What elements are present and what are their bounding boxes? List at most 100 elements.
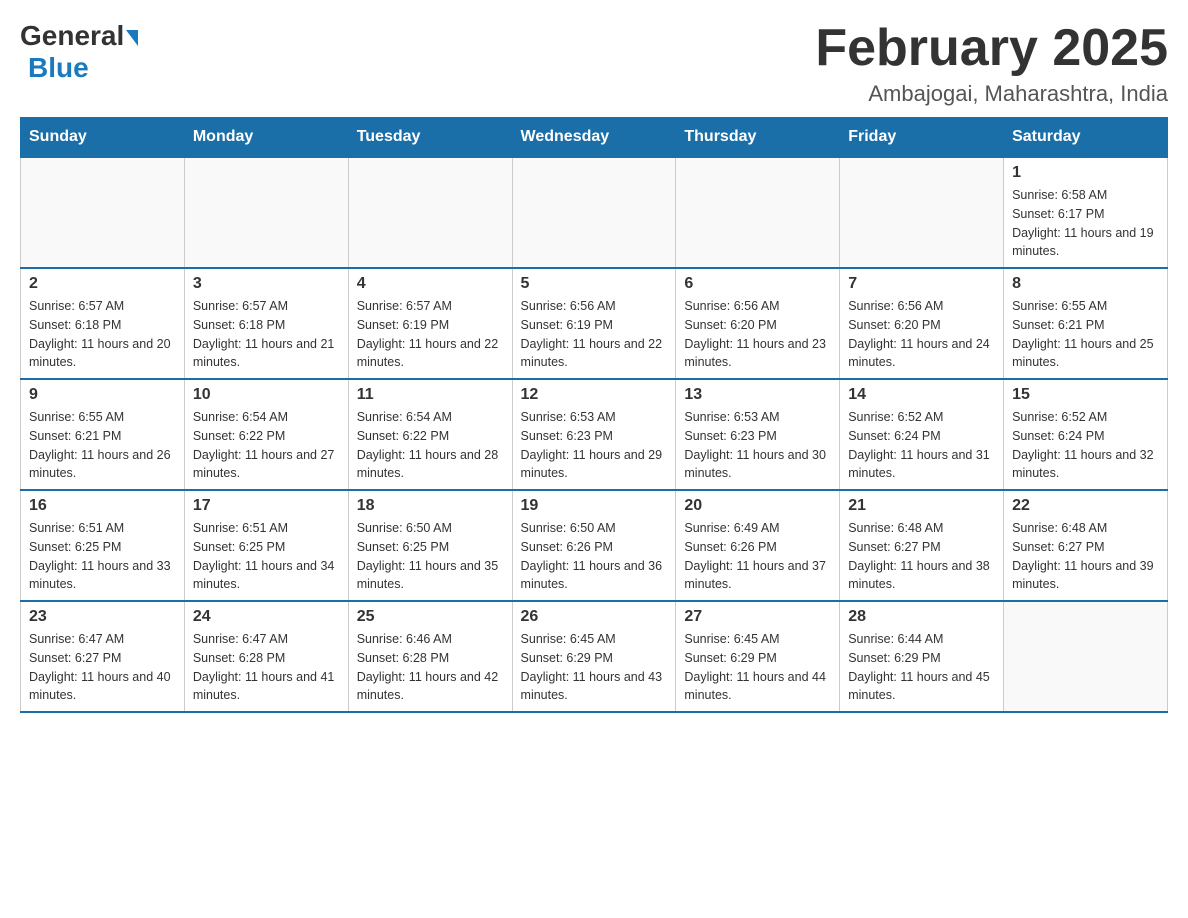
day-number: 20	[684, 497, 831, 515]
day-number: 27	[684, 608, 831, 626]
calendar-cell: 5 Sunrise: 6:56 AM Sunset: 6:19 PM Daylig…	[512, 268, 676, 379]
day-number: 6	[684, 275, 831, 293]
calendar-cell: 11 Sunrise: 6:54 AM Sunset: 6:22 PM Dayli…	[348, 379, 512, 490]
day-number: 10	[193, 386, 340, 404]
day-info: Sunrise: 6:48 AM Sunset: 6:27 PM Dayligh…	[1012, 519, 1159, 594]
day-number: 13	[684, 386, 831, 404]
day-info: Sunrise: 6:57 AM Sunset: 6:18 PM Dayligh…	[29, 297, 176, 372]
calendar-cell: 4 Sunrise: 6:57 AM Sunset: 6:19 PM Daylig…	[348, 268, 512, 379]
calendar-cell: 22Sunrise: 6:48 AM Sunset: 6:27 PM Dayli…	[1004, 490, 1168, 601]
day-number: 23	[29, 608, 176, 626]
calendar-cell: 3 Sunrise: 6:57 AM Sunset: 6:18 PM Daylig…	[184, 268, 348, 379]
weekday-header-thursday: Thursday	[676, 118, 840, 158]
day-info: Sunrise: 6:56 AM Sunset: 6:20 PM Dayligh…	[684, 297, 831, 372]
calendar-cell	[1004, 601, 1168, 712]
day-info: Sunrise: 6:56 AM Sunset: 6:20 PM Dayligh…	[848, 297, 995, 372]
day-info: Sunrise: 6:58 AM Sunset: 6:17 PM Dayligh…	[1012, 186, 1159, 261]
day-number: 19	[521, 497, 668, 515]
weekday-header-wednesday: Wednesday	[512, 118, 676, 158]
day-number: 5	[521, 275, 668, 293]
calendar-cell: 8 Sunrise: 6:55 AM Sunset: 6:21 PM Daylig…	[1004, 268, 1168, 379]
calendar-cell	[184, 157, 348, 268]
calendar-cell: 7 Sunrise: 6:56 AM Sunset: 6:20 PM Daylig…	[840, 268, 1004, 379]
day-info: Sunrise: 6:54 AM Sunset: 6:22 PM Dayligh…	[357, 408, 504, 483]
day-info: Sunrise: 6:52 AM Sunset: 6:24 PM Dayligh…	[848, 408, 995, 483]
day-info: Sunrise: 6:50 AM Sunset: 6:25 PM Dayligh…	[357, 519, 504, 594]
day-number: 17	[193, 497, 340, 515]
day-number: 25	[357, 608, 504, 626]
calendar-cell: 13 Sunrise: 6:53 AM Sunset: 6:23 PM Dayli…	[676, 379, 840, 490]
day-number: 24	[193, 608, 340, 626]
weekday-header-friday: Friday	[840, 118, 1004, 158]
calendar-cell	[348, 157, 512, 268]
day-info: Sunrise: 6:52 AM Sunset: 6:24 PM Dayligh…	[1012, 408, 1159, 483]
location-title: Ambajogai, Maharashtra, India	[815, 81, 1168, 107]
calendar-cell: 9 Sunrise: 6:55 AM Sunset: 6:21 PM Daylig…	[21, 379, 185, 490]
calendar-cell: 6 Sunrise: 6:56 AM Sunset: 6:20 PM Daylig…	[676, 268, 840, 379]
day-number: 4	[357, 275, 504, 293]
weekday-header-saturday: Saturday	[1004, 118, 1168, 158]
day-number: 11	[357, 386, 504, 404]
calendar-week-row: 9 Sunrise: 6:55 AM Sunset: 6:21 PM Daylig…	[21, 379, 1168, 490]
day-number: 16	[29, 497, 176, 515]
day-info: Sunrise: 6:45 AM Sunset: 6:29 PM Dayligh…	[521, 630, 668, 705]
day-number: 2	[29, 275, 176, 293]
day-number: 7	[848, 275, 995, 293]
calendar-cell	[676, 157, 840, 268]
calendar-cell: 21 Sunrise: 6:48 AM Sunset: 6:27 PM Dayli…	[840, 490, 1004, 601]
weekday-header-tuesday: Tuesday	[348, 118, 512, 158]
calendar-table: SundayMondayTuesdayWednesdayThursdayFrid…	[20, 117, 1168, 713]
day-info: Sunrise: 6:44 AM Sunset: 6:29 PM Dayligh…	[848, 630, 995, 705]
calendar-header-row: SundayMondayTuesdayWednesdayThursdayFrid…	[21, 118, 1168, 158]
calendar-cell: 23Sunrise: 6:47 AM Sunset: 6:27 PM Dayli…	[21, 601, 185, 712]
calendar-week-row: 23Sunrise: 6:47 AM Sunset: 6:27 PM Dayli…	[21, 601, 1168, 712]
calendar-cell: 2 Sunrise: 6:57 AM Sunset: 6:18 PM Daylig…	[21, 268, 185, 379]
day-info: Sunrise: 6:50 AM Sunset: 6:26 PM Dayligh…	[521, 519, 668, 594]
day-number: 21	[848, 497, 995, 515]
calendar-cell: 17 Sunrise: 6:51 AM Sunset: 6:25 PM Dayli…	[184, 490, 348, 601]
calendar-cell: 20 Sunrise: 6:49 AM Sunset: 6:26 PM Dayli…	[676, 490, 840, 601]
day-number: 8	[1012, 275, 1159, 293]
calendar-cell: 14 Sunrise: 6:52 AM Sunset: 6:24 PM Dayli…	[840, 379, 1004, 490]
day-info: Sunrise: 6:47 AM Sunset: 6:28 PM Dayligh…	[193, 630, 340, 705]
day-number: 9	[29, 386, 176, 404]
calendar-cell: 18 Sunrise: 6:50 AM Sunset: 6:25 PM Dayli…	[348, 490, 512, 601]
calendar-cell: 27Sunrise: 6:45 AM Sunset: 6:29 PM Dayli…	[676, 601, 840, 712]
day-number: 18	[357, 497, 504, 515]
day-number: 15	[1012, 386, 1159, 404]
day-info: Sunrise: 6:51 AM Sunset: 6:25 PM Dayligh…	[193, 519, 340, 594]
calendar-week-row: 1 Sunrise: 6:58 AM Sunset: 6:17 PM Daylig…	[21, 157, 1168, 268]
day-info: Sunrise: 6:53 AM Sunset: 6:23 PM Dayligh…	[684, 408, 831, 483]
page-header: General Blue February 2025 Ambajogai, Ma…	[20, 20, 1168, 107]
weekday-header-monday: Monday	[184, 118, 348, 158]
day-info: Sunrise: 6:55 AM Sunset: 6:21 PM Dayligh…	[29, 408, 176, 483]
calendar-cell: 1 Sunrise: 6:58 AM Sunset: 6:17 PM Daylig…	[1004, 157, 1168, 268]
calendar-cell: 19 Sunrise: 6:50 AM Sunset: 6:26 PM Dayli…	[512, 490, 676, 601]
logo: General Blue	[20, 20, 140, 84]
day-number: 14	[848, 386, 995, 404]
calendar-week-row: 2 Sunrise: 6:57 AM Sunset: 6:18 PM Daylig…	[21, 268, 1168, 379]
day-info: Sunrise: 6:56 AM Sunset: 6:19 PM Dayligh…	[521, 297, 668, 372]
logo-general-text: General	[20, 20, 124, 52]
day-info: Sunrise: 6:49 AM Sunset: 6:26 PM Dayligh…	[684, 519, 831, 594]
day-number: 1	[1012, 164, 1159, 182]
calendar-cell: 12 Sunrise: 6:53 AM Sunset: 6:23 PM Dayli…	[512, 379, 676, 490]
calendar-cell	[21, 157, 185, 268]
day-info: Sunrise: 6:55 AM Sunset: 6:21 PM Dayligh…	[1012, 297, 1159, 372]
calendar-cell: 25 Sunrise: 6:46 AM Sunset: 6:28 PM Dayli…	[348, 601, 512, 712]
calendar-cell: 16 Sunrise: 6:51 AM Sunset: 6:25 PM Dayli…	[21, 490, 185, 601]
day-info: Sunrise: 6:57 AM Sunset: 6:19 PM Dayligh…	[357, 297, 504, 372]
day-number: 3	[193, 275, 340, 293]
calendar-cell: 28 Sunrise: 6:44 AM Sunset: 6:29 PM Dayli…	[840, 601, 1004, 712]
day-number: 12	[521, 386, 668, 404]
day-info: Sunrise: 6:48 AM Sunset: 6:27 PM Dayligh…	[848, 519, 995, 594]
day-info: Sunrise: 6:54 AM Sunset: 6:22 PM Dayligh…	[193, 408, 340, 483]
logo-arrow-icon	[126, 30, 138, 46]
day-info: Sunrise: 6:51 AM Sunset: 6:25 PM Dayligh…	[29, 519, 176, 594]
calendar-cell	[840, 157, 1004, 268]
calendar-cell: 10 Sunrise: 6:54 AM Sunset: 6:22 PM Dayli…	[184, 379, 348, 490]
day-info: Sunrise: 6:57 AM Sunset: 6:18 PM Dayligh…	[193, 297, 340, 372]
day-info: Sunrise: 6:53 AM Sunset: 6:23 PM Dayligh…	[521, 408, 668, 483]
day-info: Sunrise: 6:46 AM Sunset: 6:28 PM Dayligh…	[357, 630, 504, 705]
day-number: 28	[848, 608, 995, 626]
